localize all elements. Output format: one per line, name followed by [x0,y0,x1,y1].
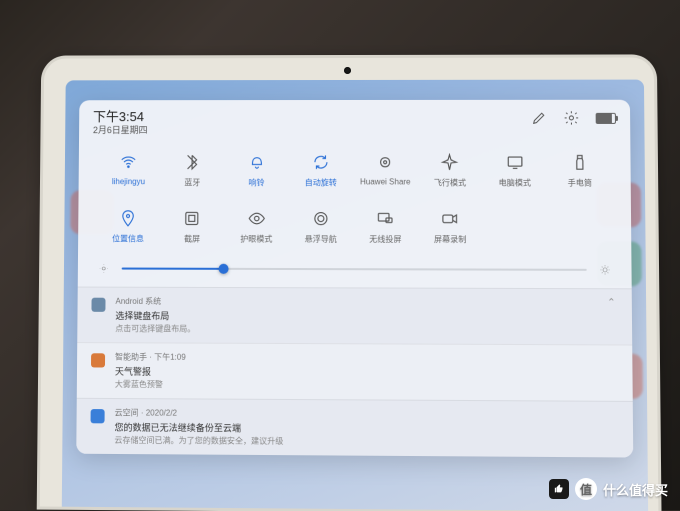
watermark-badge: 值 [575,478,597,500]
notification-item[interactable]: 智能助手 · 下午1:09天气警报大雾蓝色预警 [77,342,633,401]
brightness-slider[interactable] [122,268,587,271]
notification-source: Android 系统 [115,296,595,309]
share-icon [376,153,394,171]
notification-title: 选择键盘布局 [115,309,595,324]
flashlight-icon [571,153,589,171]
rotate-icon [312,153,330,171]
wifi-icon [120,153,138,171]
qs-toggle-share[interactable]: Huawei Share [353,146,418,198]
thumbs-up-icon [549,479,569,499]
notification-item[interactable]: Android 系统选择键盘布局点击可选择键盘布局。 ⌃ [77,287,632,345]
qs-label: 电脑模式 [499,178,531,189]
bell-icon [248,153,266,171]
qs-toggle-desktop[interactable]: 电脑模式 [482,146,547,199]
edit-icon[interactable] [531,110,547,126]
qs-toggle-eye[interactable]: 护眼模式 [224,203,288,256]
settings-icon[interactable] [563,110,579,126]
qs-toggle-wifi[interactable]: lihejingyu [96,146,160,198]
airplane-icon [441,153,459,171]
qs-toggle-float[interactable]: 悬浮导航 [288,203,353,256]
notification-source: 智能助手 · 下午1:09 [115,352,618,366]
qs-label: 蓝牙 [184,177,200,188]
notification-panel: 下午3:54 2月6日星期四 lihejingyu 蓝牙 响铃 自动旋转 Huawei … [76,100,633,458]
qs-label: 响铃 [248,177,264,188]
watermark: 值 什么值得买 [549,478,668,500]
notification-item[interactable]: 云空间 · 2020/2/2您的数据已无法继续备份至云端云存储空间已满。为了您的… [76,398,633,458]
notification-app-icon [91,298,105,312]
qs-toggle-rotate[interactable]: 自动旋转 [289,146,353,198]
tablet-camera [344,67,351,74]
qs-label: 飞行模式 [434,178,466,189]
qs-label: 护眼模式 [240,234,272,245]
qs-label: 截屏 [184,234,200,245]
chevron-up-icon[interactable]: ⌃ [605,298,618,337]
qs-label: 屏幕录制 [434,234,466,245]
qs-label: lihejingyu [112,177,145,186]
qs-label: 无线投屏 [369,234,401,245]
location-icon [119,209,137,227]
notification-app-icon [91,353,105,367]
notification-text: 点击可选择键盘布局。 [115,323,595,336]
desktop-icon [506,153,524,171]
qs-label: Huawei Share [360,178,411,187]
qs-toggle-cast[interactable]: 无线投屏 [353,203,418,256]
qs-toggle-bell[interactable]: 响铃 [224,146,288,198]
watermark-text: 什么值得买 [603,480,668,499]
battery-icon [596,112,616,123]
qs-label: 自动旋转 [305,177,337,188]
qs-label: 悬浮导航 [305,234,337,245]
float-icon [312,210,330,228]
eye-icon [247,210,265,228]
notification-text: 云存储空间已满。为了您的数据安全，建议升级 [114,435,618,450]
notification-title: 天气警报 [115,365,618,381]
notification-app-icon [91,409,105,423]
notification-text: 大雾蓝色预警 [115,379,619,393]
clock-date: 2月6日星期四 [93,126,148,136]
qs-toggle-record[interactable]: 屏幕录制 [418,203,483,256]
brightness-high-icon [599,264,611,276]
cast-icon [376,210,394,228]
qs-toggle-location[interactable]: 位置信息 [96,202,160,254]
record-icon [441,210,459,228]
brightness-low-icon [98,263,110,275]
qs-toggle-flashlight[interactable]: 手电筒 [547,146,613,199]
qs-toggle-airplane[interactable]: 飞行模式 [418,146,483,198]
qs-toggle-bluetooth[interactable]: 蓝牙 [160,146,224,198]
qs-toggle-screenshot[interactable]: 截屏 [160,202,224,254]
qs-label: 位置信息 [112,233,144,244]
brightness-slider-row [78,255,632,289]
clock-time: 下午3:54 [93,110,148,124]
screenshot-icon [183,209,201,227]
qs-label: 手电筒 [568,178,592,189]
bluetooth-icon [183,153,201,171]
notification-source: 云空间 · 2020/2/2 [115,407,619,421]
